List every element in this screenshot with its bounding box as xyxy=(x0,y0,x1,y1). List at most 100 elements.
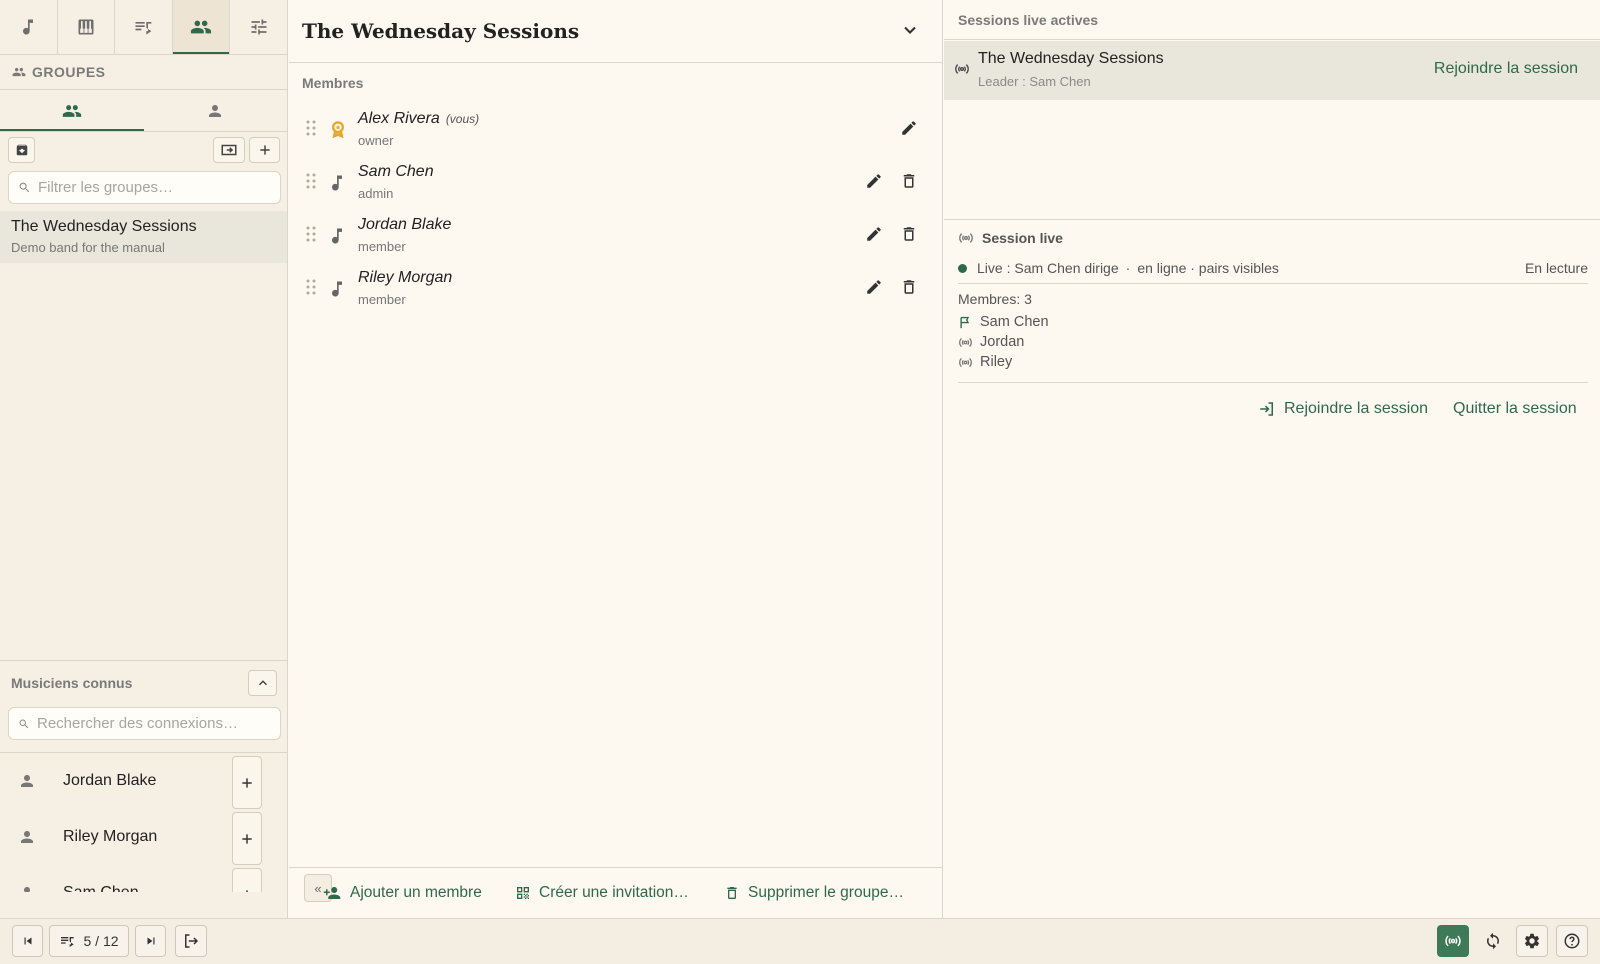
divider xyxy=(958,283,1588,284)
edit-icon[interactable] xyxy=(900,119,918,137)
list-item: Riley Morgan xyxy=(0,809,287,865)
login-box-icon xyxy=(221,144,237,156)
help-button[interactable] xyxy=(1556,925,1588,957)
member-name-text: Alex Rivera xyxy=(358,110,440,127)
exit-button[interactable] xyxy=(175,925,207,957)
groups-section-header: GROUPES xyxy=(0,55,287,90)
add-connection-button[interactable] xyxy=(232,812,262,865)
member-name: Sam Chen xyxy=(358,163,434,180)
drag-handle-icon[interactable] xyxy=(306,120,316,136)
groups-icon xyxy=(190,20,212,34)
group-header: The Wednesday Sessions xyxy=(289,0,942,63)
piano-icon xyxy=(78,19,94,35)
add-connection-button[interactable] xyxy=(232,868,262,892)
broadcast-icon xyxy=(1445,935,1461,947)
person-icon xyxy=(209,104,222,117)
trash-icon[interactable] xyxy=(900,172,918,190)
settings-button[interactable] xyxy=(1516,925,1548,957)
double-chevron-left-icon: « xyxy=(314,880,322,896)
tab-piano[interactable] xyxy=(58,0,116,54)
import-button[interactable] xyxy=(213,137,245,163)
tab-music[interactable] xyxy=(0,0,58,54)
live-session-item[interactable]: The Wednesday Sessions Leader : Sam Chen… xyxy=(944,41,1600,100)
person-icon xyxy=(21,775,33,787)
join-session-button[interactable]: Rejoindre la session xyxy=(1258,400,1428,418)
groups-section-title: GROUPES xyxy=(32,64,106,80)
member-name: Riley Morgan xyxy=(358,269,453,286)
delete-group-label: Supprimer le groupe… xyxy=(748,884,904,901)
group-list-item[interactable]: The Wednesday Sessions Demo band for the… xyxy=(0,211,287,263)
list-item: Jordan Blake xyxy=(0,753,287,809)
group-detail-panel: The Wednesday Sessions Membres Alex Rive… xyxy=(289,0,943,918)
group-dropdown-toggle[interactable] xyxy=(900,20,920,40)
session-member: Sam Chen xyxy=(958,314,1049,330)
session-detail: Session live Live : Sam Chen dirige · en… xyxy=(944,219,1600,417)
broadcast-icon xyxy=(955,64,969,74)
trash-icon[interactable] xyxy=(900,278,918,296)
subtab-groups[interactable] xyxy=(0,90,144,131)
subtab-person[interactable] xyxy=(144,90,288,131)
separator-dot: · xyxy=(1125,260,1131,276)
next-button[interactable] xyxy=(135,925,166,957)
member-name: Jordan Blake xyxy=(358,216,452,233)
tab-settings[interactable] xyxy=(230,0,287,54)
live-sessions-panel: Sessions live actives The Wednesday Sess… xyxy=(944,0,1600,918)
groups-icon xyxy=(62,104,81,117)
live-sessions-title: Sessions live actives xyxy=(958,11,1099,28)
quit-session-button[interactable]: Quitter la session xyxy=(1453,400,1577,418)
drag-handle-icon[interactable] xyxy=(306,173,316,189)
live-leader-text: Live : Sam Chen dirige xyxy=(977,260,1119,276)
create-invite-button[interactable]: Créer une invitation… xyxy=(515,884,689,902)
member-row: Riley Morgan member xyxy=(289,265,943,318)
login-icon xyxy=(1260,402,1273,416)
drag-handle-icon[interactable] xyxy=(306,226,316,242)
live-state-text: en ligne · pairs visibles xyxy=(1137,260,1279,276)
live-sessions-header: Sessions live actives xyxy=(944,0,1600,40)
member-row: Sam Chen admin xyxy=(289,159,943,212)
live-session-name: The Wednesday Sessions xyxy=(978,50,1164,67)
live-status-line: Live : Sam Chen dirige · en ligne · pair… xyxy=(958,256,1588,280)
known-musicians-title: Musiciens connus xyxy=(11,674,133,691)
connections-list: Jordan Blake Riley Morgan Sam Chen xyxy=(0,752,287,892)
add-group-button[interactable] xyxy=(249,137,280,163)
owner-badge-icon xyxy=(332,121,344,139)
join-session-label: Rejoindre la session xyxy=(1284,400,1429,417)
tab-playlist[interactable] xyxy=(115,0,173,54)
delete-group-button[interactable]: Supprimer le groupe… xyxy=(724,884,904,902)
edit-icon[interactable] xyxy=(865,172,883,190)
groups-small-icon xyxy=(12,67,26,77)
top-tabs xyxy=(0,0,287,55)
group-filter-input[interactable]: Filtrer les groupes… xyxy=(8,171,281,204)
tab-groups[interactable] xyxy=(172,0,231,54)
filter-placeholder: Filtrer les groupes… xyxy=(38,179,174,196)
connection-search-input[interactable]: Rechercher des connexions… xyxy=(8,707,281,740)
live-broadcast-button[interactable] xyxy=(1437,925,1469,957)
plus-icon xyxy=(259,145,270,155)
join-session-link[interactable]: Rejoindre la session xyxy=(1434,60,1578,78)
sync-button[interactable] xyxy=(1477,925,1509,957)
setlist-position-button[interactable]: 5 / 12 xyxy=(49,925,129,957)
person-icon xyxy=(21,831,33,843)
add-member-button[interactable]: Ajouter un membre xyxy=(322,884,482,902)
edit-icon[interactable] xyxy=(865,278,883,296)
connection-name: Sam Chen xyxy=(63,884,139,892)
music-note-icon xyxy=(23,19,34,35)
trash-icon[interactable] xyxy=(900,225,918,243)
member-row: Alex Rivera (vous) owner xyxy=(289,106,943,159)
live-session-leader: Leader : Sam Chen xyxy=(978,74,1091,89)
known-musicians-header: Musiciens connus xyxy=(0,660,287,704)
member-role: owner xyxy=(358,133,394,148)
collapse-known-button[interactable] xyxy=(248,670,277,696)
search-icon xyxy=(19,182,30,193)
divider xyxy=(958,382,1588,383)
edit-icon[interactable] xyxy=(865,225,883,243)
previous-button[interactable] xyxy=(12,925,43,957)
group-name: The Wednesday Sessions xyxy=(11,218,197,235)
broadcast-icon xyxy=(959,357,972,367)
members-label: Membres xyxy=(302,75,364,91)
connection-name: Jordan Blake xyxy=(63,772,157,789)
drag-handle-icon[interactable] xyxy=(306,279,316,295)
add-connection-button[interactable] xyxy=(232,756,262,809)
broadcast-icon xyxy=(959,233,973,243)
archive-button[interactable] xyxy=(8,137,35,163)
